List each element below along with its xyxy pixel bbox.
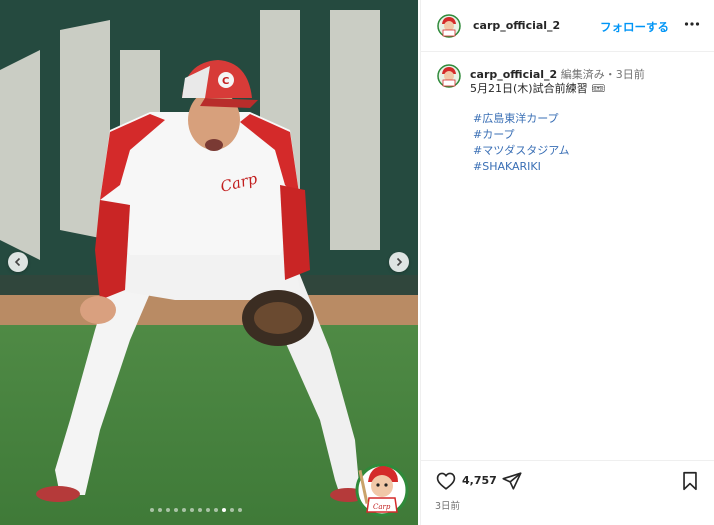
post-time[interactable]: 3日前 bbox=[435, 498, 460, 512]
hashtag-link[interactable]: #広島東洋カープ bbox=[473, 111, 569, 127]
carousel-indicator bbox=[150, 508, 242, 512]
post-dialog: Carp C Carp carp_official_2 フォローする carp_… bbox=[0, 0, 714, 525]
avatar[interactable] bbox=[437, 14, 461, 38]
carousel-dot bbox=[222, 508, 226, 512]
carousel-dot bbox=[206, 508, 210, 512]
post-actions: 4,757 3日前 bbox=[421, 460, 714, 525]
post-header: carp_official_2 フォローする bbox=[421, 0, 714, 52]
hashtag-link[interactable]: #マツダスタジアム bbox=[473, 143, 569, 159]
like-button[interactable] bbox=[435, 470, 457, 492]
hashtag-link[interactable]: #SHAKARIKI bbox=[473, 159, 569, 175]
caption-text: 5月21日(木)試合前練習 🎟 bbox=[470, 82, 606, 95]
photo-baseball-player: Carp C bbox=[0, 0, 418, 525]
post-side-panel: carp_official_2 フォローする carp_official_2 編… bbox=[420, 0, 714, 525]
header-username[interactable]: carp_official_2 bbox=[473, 19, 560, 32]
carp-mascot-sticker: Carp bbox=[354, 460, 410, 518]
caption-meta: 編集済み・3日前 bbox=[560, 68, 645, 81]
carp-mascot-avatar-icon bbox=[437, 64, 461, 88]
carousel-dot bbox=[238, 508, 242, 512]
heart-icon bbox=[436, 472, 456, 490]
carousel-dot bbox=[230, 508, 234, 512]
carousel-dot bbox=[182, 508, 186, 512]
carousel-dot bbox=[198, 508, 202, 512]
caption-avatar[interactable] bbox=[437, 64, 461, 88]
follow-button[interactable]: フォローする bbox=[600, 19, 669, 35]
carousel-prev-button[interactable] bbox=[8, 252, 28, 272]
chevron-left-icon bbox=[14, 257, 21, 267]
carousel-dot bbox=[158, 508, 162, 512]
send-icon bbox=[502, 472, 522, 490]
carp-mascot-icon: Carp bbox=[355, 463, 409, 517]
carousel-next-button[interactable] bbox=[389, 252, 409, 272]
more-options-button[interactable] bbox=[683, 15, 701, 33]
share-button[interactable] bbox=[501, 470, 523, 492]
caption-username[interactable]: carp_official_2 bbox=[470, 68, 557, 81]
carp-mascot-avatar-icon bbox=[437, 14, 461, 38]
bookmark-icon bbox=[683, 471, 697, 491]
hashtag-list: #広島東洋カープ #カープ #マツダスタジアム #SHAKARIKI bbox=[473, 111, 569, 175]
svg-text:Carp: Carp bbox=[373, 503, 391, 511]
carousel-dot bbox=[214, 508, 218, 512]
svg-text:C: C bbox=[222, 76, 229, 87]
chevron-right-icon bbox=[396, 257, 403, 267]
caption-header: carp_official_2 編集済み・3日前 bbox=[470, 66, 645, 82]
carousel-dot bbox=[174, 508, 178, 512]
like-count[interactable]: 4,757 bbox=[462, 474, 497, 487]
carousel-dot bbox=[166, 508, 170, 512]
save-button[interactable] bbox=[679, 470, 701, 492]
hashtag-link[interactable]: #カープ bbox=[473, 127, 569, 143]
post-photo[interactable]: Carp C Carp bbox=[0, 0, 418, 525]
more-horizontal-icon bbox=[684, 22, 700, 26]
carousel-dot bbox=[190, 508, 194, 512]
carousel-dot bbox=[150, 508, 154, 512]
